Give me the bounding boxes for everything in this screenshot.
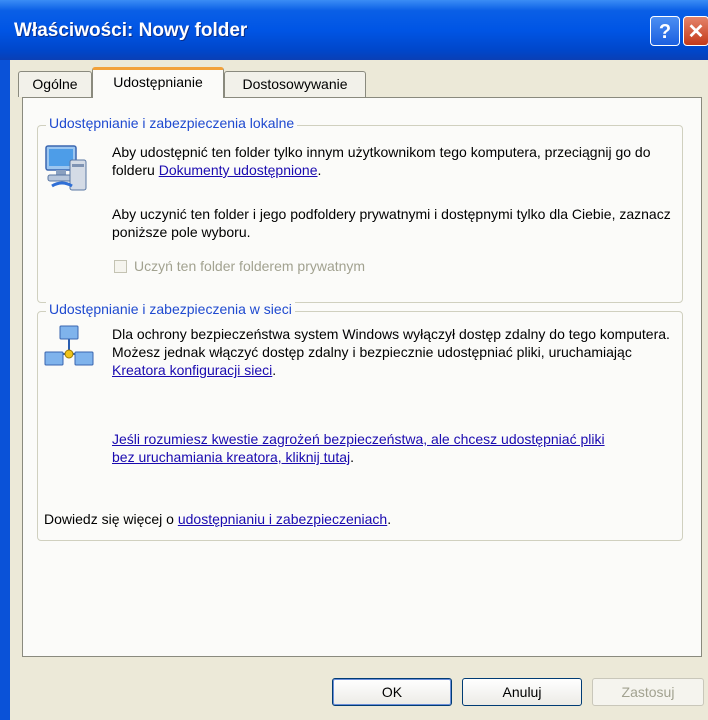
private-folder-checkbox[interactable] — [114, 260, 127, 273]
apply-button[interactable]: Zastosuj — [592, 678, 704, 706]
local-description-1: Aby udostępnić ten folder tylko innym uż… — [112, 144, 651, 178]
tab-sharing[interactable]: Udostępnianie — [92, 67, 224, 98]
window-title: Właściwości: Nowy folder — [14, 20, 248, 41]
computer-share-icon — [44, 142, 88, 194]
risk-paragraph: Jeśli rozumiesz kwestie zagrożeń bezpiec… — [112, 431, 605, 465]
title-bar[interactable]: Właściwości: Nowy folder ? ✕ — [0, 0, 708, 60]
network-group-legend: Udostępnianie i zabezpieczenia w sieci — [46, 301, 295, 317]
shared-documents-link[interactable]: Dokumenty udostępnione — [159, 162, 318, 178]
share-without-wizard-link[interactable]: Jeśli rozumiesz kwestie zagrożeń bezpiec… — [112, 431, 605, 465]
cancel-button[interactable]: Anuluj — [462, 678, 582, 706]
local-description-2: Aby uczynić ten folder i jego podfoldery… — [112, 206, 671, 240]
network-description: Dla ochrony bezpieczeństwa system Window… — [112, 326, 670, 378]
local-sharing-group: Udostępnianie i zabezpieczenia lokalne A… — [37, 115, 683, 303]
help-button[interactable]: ? — [650, 16, 680, 46]
ok-button[interactable]: OK — [332, 678, 452, 706]
dialog-client-area: Ogólne Udostępnianie Dostosowywanie Udos… — [10, 60, 708, 720]
learn-more-line: Dowiedz się więcej o udostępnianiu i zab… — [44, 511, 392, 527]
tab-customize[interactable]: Dostosowywanie — [224, 71, 366, 97]
network-computers-icon — [44, 324, 94, 372]
sharing-panel: Udostępnianie i zabezpieczenia lokalne A… — [22, 97, 702, 657]
learn-more-link[interactable]: udostępnianiu i zabezpieczeniach — [178, 511, 387, 527]
network-sharing-group: Udostępnianie i zabezpieczenia w sieci D… — [37, 301, 683, 541]
network-wizard-link[interactable]: Kreatora konfiguracji sieci — [112, 362, 272, 378]
local-group-legend: Udostępnianie i zabezpieczenia lokalne — [46, 115, 298, 131]
close-button[interactable]: ✕ — [683, 16, 708, 46]
private-folder-label: Uczyń ten folder folderem prywatnym — [134, 258, 366, 274]
properties-window: Właściwości: Nowy folder ? ✕ Ogólne Udos… — [0, 0, 708, 720]
tab-general[interactable]: Ogólne — [18, 71, 92, 97]
